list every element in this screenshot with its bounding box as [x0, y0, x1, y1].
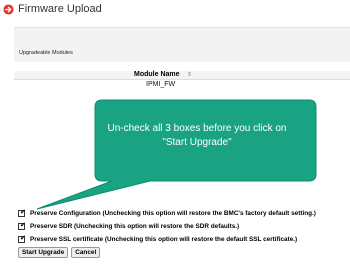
option-label: Preserve Configuration (Unchecking this …: [30, 210, 316, 217]
cancel-button[interactable]: Cancel: [71, 247, 101, 258]
option-label: Preserve SDR (Unchecking this option wil…: [30, 223, 240, 230]
option-preserve-sdr[interactable]: ✔ Preserve SDR (Unchecking this option w…: [18, 222, 239, 231]
check-icon: ✔: [20, 209, 26, 216]
preserve-configuration-checkbox[interactable]: ✔: [18, 209, 26, 217]
option-preserve-ssl[interactable]: ✔ Preserve SSL certificate (Unchecking t…: [18, 235, 297, 244]
preserve-sdr-checkbox[interactable]: ✔: [18, 222, 26, 230]
option-preserve-configuration[interactable]: ✔ Preserve Configuration (Unchecking thi…: [18, 209, 316, 218]
check-icon: ✔: [20, 222, 26, 229]
action-buttons: Start Upgrade Cancel: [18, 247, 101, 258]
check-icon: ✔: [20, 235, 26, 242]
callout-text: Un-check all 3 boxes before you click on…: [107, 123, 287, 148]
preserve-ssl-checkbox[interactable]: ✔: [18, 235, 26, 243]
start-upgrade-button[interactable]: Start Upgrade: [18, 247, 69, 258]
option-label: Preserve SSL certificate (Unchecking thi…: [30, 236, 298, 243]
firmware-upload-page: Firmware Upload Upgradeable Modules Modu…: [0, 0, 350, 265]
